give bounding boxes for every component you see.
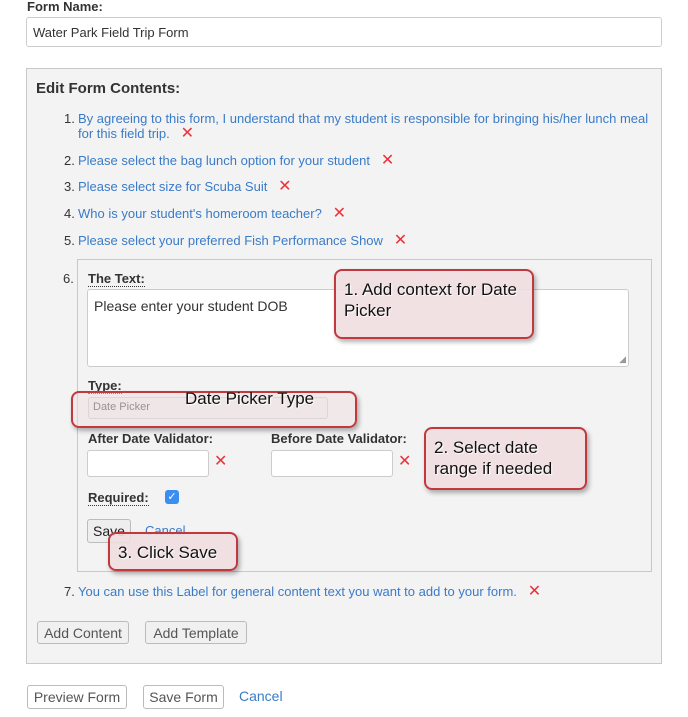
add-template-button[interactable]: Add Template [145,621,247,644]
item-number: 6. [63,271,74,286]
callout-type-text: Date Picker Type [185,389,315,408]
item-number: 1. [64,111,75,126]
form-name-input[interactable]: Water Park Field Trip Form [26,17,662,47]
item-link[interactable]: Who is your student's homeroom teacher? [78,206,322,221]
callout-add-context: 1. Add context for Date Picker [334,269,534,339]
item-link[interactable]: You can use this Label for general conte… [78,584,517,599]
list-item: Please select your preferred Fish Perfor… [78,232,407,249]
form-name-label: Form Name: [27,0,103,14]
x-icon[interactable]: ✕ [278,178,291,195]
cancel-form-link[interactable]: Cancel [239,688,283,704]
form-name-value: Water Park Field Trip Form [33,25,189,40]
list-item: Who is your student's homeroom teacher? … [78,205,346,222]
x-icon[interactable]: ✕ [394,232,407,249]
item-number: 5. [64,233,75,248]
item-link[interactable]: By agreeing to this form, I understand t… [78,111,648,141]
item-link[interactable]: Please select your preferred Fish Perfor… [78,233,383,248]
x-icon[interactable]: ✕ [181,125,194,142]
add-content-button[interactable]: Add Content [37,621,129,644]
after-date-input[interactable] [87,450,209,477]
item-number: 3. [64,179,75,194]
text-label: The Text: [88,271,145,287]
item-number: 4. [64,206,75,221]
x-icon[interactable]: ✕ [381,152,394,169]
item-number: 2. [64,153,75,168]
callout-date-range: 2. Select date range if needed [424,427,587,490]
text-value: Please enter your student DOB [94,298,288,314]
preview-form-button[interactable]: Preview Form [27,685,127,709]
item-number: 7. [64,584,75,599]
list-item: You can use this Label for general conte… [78,583,541,600]
x-icon[interactable]: ✕ [333,205,346,222]
after-date-label: After Date Validator: [88,431,213,446]
before-date-label: Before Date Validator: [271,431,407,446]
save-form-button[interactable]: Save Form [143,685,224,709]
list-item: Please select size for Scuba Suit ✕ [78,178,292,195]
item-link[interactable]: Please select the bag lunch option for y… [78,153,370,168]
x-icon[interactable]: ✕ [528,583,541,600]
resize-handle-icon[interactable]: ◢ [619,354,626,365]
edit-heading: Edit Form Contents: [36,80,181,97]
before-date-input[interactable] [271,450,393,477]
callout-click-save: 3. Click Save [108,532,238,571]
list-item: By agreeing to this form, I understand t… [78,111,658,142]
list-item: Please select the bag lunch option for y… [78,152,394,169]
x-icon[interactable]: ✕ [398,454,411,470]
required-checkbox[interactable]: ✓ [165,490,179,504]
x-icon[interactable]: ✕ [214,454,227,470]
required-label: Required: [88,490,149,506]
item-link[interactable]: Please select size for Scuba Suit [78,179,267,194]
